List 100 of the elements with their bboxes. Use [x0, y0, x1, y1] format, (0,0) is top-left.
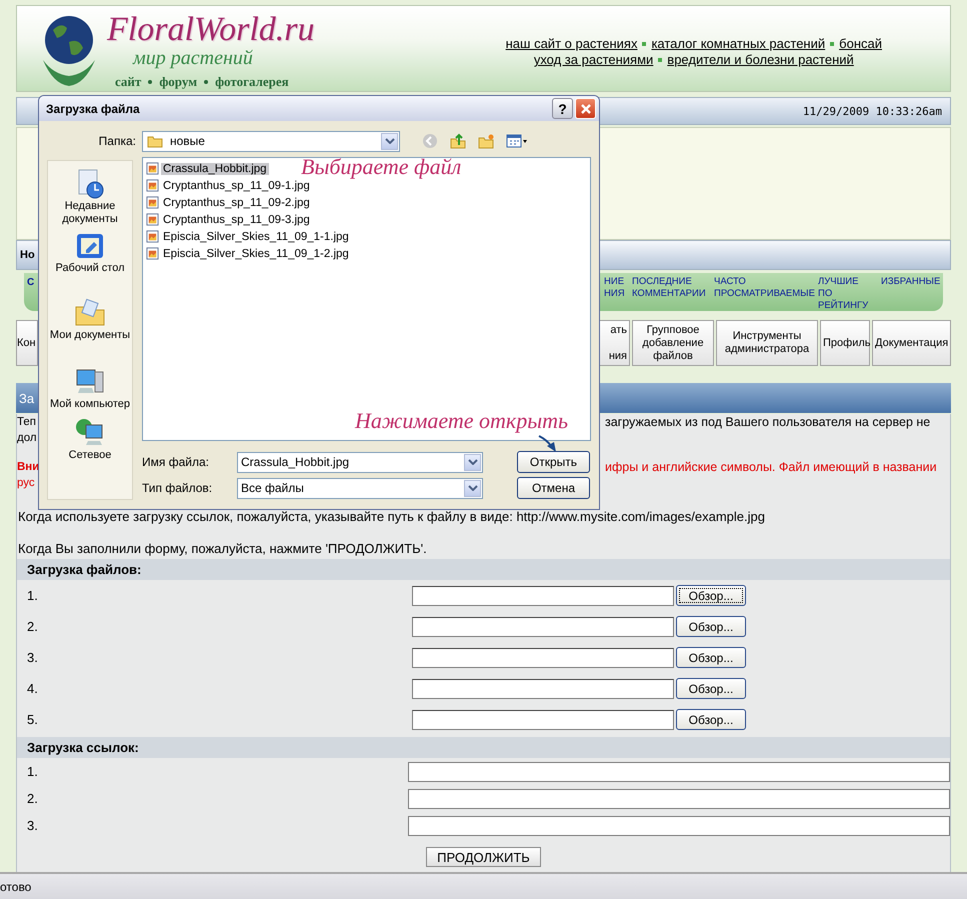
file-item[interactable]: Crassula_Hobbit.jpg — [161, 162, 269, 174]
folder-label: Папка: — [98, 134, 136, 148]
warning-text: ифры и английские символы. Файл имеющий в названии — [605, 459, 938, 476]
nav-tab[interactable]: ЧАСТО ПРОСМАТРИВАЕМЫЕ — [714, 273, 818, 311]
header-link[interactable]: наш сайт о растениях — [506, 36, 638, 52]
section-title: За — [19, 390, 34, 406]
row-number: 1. — [26, 588, 39, 603]
file-path-field[interactable] — [412, 586, 674, 606]
place-item[interactable]: Сетевое — [68, 417, 112, 462]
browse-button[interactable]: Обзор... — [676, 585, 746, 606]
continue-button[interactable]: ПРОДОЛЖИТЬ — [426, 847, 541, 867]
warning-text: рус — [17, 476, 36, 491]
menu-button[interactable]: Документация — [872, 320, 951, 366]
image-file-icon — [146, 230, 159, 243]
menu-button[interactable]: ать ния — [598, 320, 630, 366]
cancel-button[interactable]: Отмена — [517, 477, 590, 499]
folder-up-icon[interactable] — [450, 133, 466, 149]
file-item[interactable]: Cryptanthus_sp_11_09-2.jpg — [161, 196, 312, 208]
warning-text: Вни — [17, 460, 39, 475]
place-item[interactable]: Мои документы — [50, 297, 130, 342]
file-item[interactable]: Cryptanthus_sp_11_09-1.jpg — [161, 180, 312, 192]
close-icon — [580, 102, 592, 114]
header-link[interactable]: вредители и болезни растений — [667, 52, 854, 68]
row-number: 2. — [26, 791, 39, 806]
browse-button[interactable]: Обзор... — [676, 616, 746, 637]
file-path-field[interactable] — [412, 648, 674, 668]
annotation-text: Нажимаете открыть — [355, 408, 568, 434]
close-button[interactable] — [575, 98, 596, 119]
site-tagline: мир растений — [133, 48, 254, 68]
file-path-field[interactable] — [412, 616, 674, 636]
file-type-dropdown[interactable]: Все файлы — [237, 478, 483, 498]
user-bar-text: Но — [20, 249, 35, 261]
nav-tab[interactable]: ПОСЛЕДНИЕ КОММЕНТАРИИ — [632, 273, 714, 311]
status-text: отово — [0, 880, 32, 894]
intro-text: дол — [17, 431, 38, 446]
file-item[interactable]: Cryptanthus_sp_11_09-3.jpg — [161, 214, 312, 226]
nav-tab[interactable]: ЛУЧШИЕ ПО РЕЙТИНГУ — [818, 273, 881, 311]
logo-link[interactable]: фотогалерея — [215, 74, 289, 90]
dropdown-button[interactable] — [381, 132, 398, 150]
file-path-field[interactable] — [412, 710, 674, 730]
image-file-icon — [146, 247, 159, 260]
separator-icon — [642, 42, 646, 46]
intro-text: загружаемых из под Вашего пользователя на сервер не — [605, 414, 932, 431]
place-item[interactable]: Недавние документы — [48, 168, 132, 226]
place-item[interactable]: Рабочий стол — [55, 230, 125, 275]
annotation-text: Выбираете файл — [301, 154, 462, 180]
url-field[interactable] — [408, 788, 950, 808]
nav-tab[interactable]: ИЗБРАННЫЕ — [881, 273, 941, 311]
logo-link[interactable]: сайт — [115, 74, 142, 90]
header-link[interactable]: каталог комнатных растений — [651, 36, 826, 52]
row-number: 4. — [26, 681, 39, 696]
browse-button[interactable]: Обзор... — [676, 709, 746, 730]
group-title: Загрузка файлов: — [27, 562, 142, 577]
row-number: 1. — [26, 764, 39, 779]
browse-button[interactable]: Обзор... — [676, 647, 746, 668]
file-item[interactable]: Episcia_Silver_Skies_11_09_1-2.jpg — [161, 248, 351, 260]
image-file-icon — [146, 213, 159, 226]
place-item[interactable]: Мой компьютер — [50, 366, 130, 411]
nav-tab[interactable]: НИЕ НИЯ — [604, 273, 632, 311]
chevron-down-icon — [468, 459, 478, 465]
menu-button[interactable]: Профиль — [820, 320, 870, 366]
file-path-field[interactable] — [412, 678, 674, 698]
file-name-field[interactable]: Crassula_Hobbit.jpg — [237, 452, 483, 472]
menu-button[interactable]: Инструменты администратора — [716, 320, 818, 366]
help-button[interactable]: ? — [552, 98, 573, 119]
chevron-down-icon — [468, 485, 478, 491]
browse-button[interactable]: Обзор... — [676, 678, 746, 699]
links-hint: Когда используете загрузку ссылок, пожалуйста, указывайте путь к файлу в виде: http://www.mysite.com/images/example.jpg — [17, 509, 766, 525]
arrow-icon — [537, 434, 559, 454]
intro-text: Теп — [17, 415, 38, 430]
view-menu-icon[interactable] — [506, 133, 528, 149]
url-field[interactable] — [408, 762, 950, 782]
bullet-icon — [204, 80, 208, 84]
image-file-icon — [146, 179, 159, 192]
dropdown-button[interactable] — [464, 454, 481, 470]
header-link[interactable]: уход за растениями — [534, 52, 654, 68]
folder-icon — [147, 134, 163, 148]
dialog-title: Загрузка файла — [46, 102, 141, 116]
chevron-down-icon — [384, 138, 394, 144]
separator-icon — [658, 58, 662, 62]
file-item[interactable]: Episcia_Silver_Skies_11_09_1-1.jpg — [161, 230, 351, 242]
url-field[interactable] — [408, 816, 950, 836]
submit-hint: Когда Вы заполнили форму, пожалуйста, нажмите 'ПРОДОЛЖИТЬ'. — [17, 541, 428, 557]
logo-link[interactable]: форум — [159, 74, 198, 90]
separator-icon — [830, 42, 834, 46]
row-number: 3. — [26, 650, 39, 665]
site-name[interactable]: FloralWorld.ru — [107, 12, 315, 48]
date-time: 11/29/2009 10:33:26am — [802, 104, 942, 118]
dropdown-button[interactable] — [464, 480, 481, 496]
row-number: 5. — [26, 712, 39, 727]
menu-button[interactable]: Групповое добавление файлов — [632, 320, 714, 366]
group-title: Загрузка ссылок: — [27, 740, 139, 755]
menu-button[interactable]: Кон — [16, 320, 38, 366]
header-link[interactable]: бонсай — [839, 36, 882, 52]
folder-dropdown[interactable]: новые — [142, 130, 400, 152]
image-file-icon — [146, 162, 159, 175]
row-number: 2. — [26, 619, 39, 634]
file-name-label: Имя файла: — [142, 455, 210, 469]
file-type-label: Тип файлов: — [142, 481, 214, 495]
open-button[interactable]: Открыть — [517, 451, 590, 473]
